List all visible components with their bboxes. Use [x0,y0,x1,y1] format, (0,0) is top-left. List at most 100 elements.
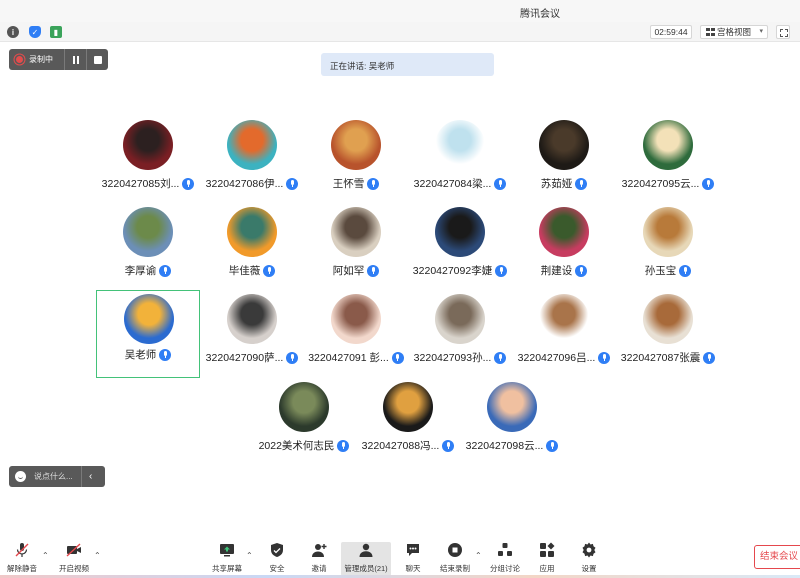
collapse-chevron-icon[interactable]: ‹ [82,471,100,482]
avatar [383,382,433,432]
avatar [435,120,485,170]
avatar [643,207,693,257]
invite-button[interactable]: 邀请 [299,542,339,576]
participant-name-row: 3220427087张震 [596,350,740,365]
participant-name-row: 3220427098云... [440,438,584,453]
participant-tile[interactable]: 3220427085刘... [96,118,200,204]
avatar [435,207,485,257]
apps-icon [540,542,555,557]
recording-controls: 录制中 [9,49,108,70]
signal-icon[interactable]: ▮ [50,26,62,38]
participant-tile[interactable]: 苏茹娅 [512,118,616,204]
avatar [435,294,485,344]
participant-tile[interactable]: 荆建设 [512,205,616,291]
participant-tile[interactable]: 毕佳薇 [200,205,304,291]
participant-tile[interactable]: 3220427090萨... [200,292,304,378]
avatar [227,120,277,170]
manage-members-button[interactable]: 管理成员(21) [341,542,391,576]
participant-tile[interactable]: 2022美术何志民 [252,380,356,466]
grid-view-dropdown[interactable]: 宫格视图 ▾ [700,25,768,39]
participant-tile[interactable]: 3220427091 彭... [304,292,408,378]
participant-name: 3220427088冯... [361,440,440,452]
apps-button[interactable]: 应用 [527,542,567,576]
chat-icon [407,544,419,556]
shield-icon[interactable]: ✓ [29,26,41,38]
participant-name: 3220427092李婕 [412,265,493,277]
breakout-rooms-button[interactable]: 分组讨论 [485,542,525,576]
fullscreen-button[interactable] [776,25,790,39]
muted-mic-icon [15,543,29,557]
participant-tile[interactable]: 李厚谕 [96,205,200,291]
chat-input-bar[interactable]: 说点什么... ‹ [9,466,105,487]
mic-icon [575,177,588,190]
participant-tile[interactable]: 孙玉宝 [616,205,720,291]
avatar [331,294,381,344]
apps-label: 应用 [539,564,555,573]
emoji-icon[interactable] [15,471,26,482]
grid-icon [706,28,715,36]
end-recording-button[interactable]: 结束录制 [435,542,475,576]
avatar [331,120,381,170]
participant-tile[interactable]: 3220427095云... [616,118,720,204]
avatar [643,294,693,344]
security-button[interactable]: 安全 [257,542,297,576]
top-bar: i ✓ ▮ 02:59:44 宫格视图 ▾ [0,22,800,42]
participant-tile[interactable]: 阿如罕 [304,205,408,291]
mic-icon [546,439,559,452]
participant-tile[interactable]: 3220427092李婕 [408,205,512,291]
participant-tile[interactable]: 3220427093孙... [408,292,512,378]
participant-name: 李厚谕 [124,265,157,277]
unmute-button[interactable]: 解除静音 [2,542,42,576]
avatar [539,294,589,344]
avatar [279,382,329,432]
info-icon[interactable]: i [7,26,19,38]
chat-placeholder[interactable]: 说点什么... [34,471,73,482]
record-options-chevron-icon[interactable]: ⌃ [475,551,482,560]
start-video-label: 开启视频 [59,564,89,573]
share-screen-button[interactable]: 共享屏幕 [207,542,247,576]
mic-options-chevron-icon[interactable]: ⌃ [42,551,49,560]
participant-name: 阿如罕 [332,265,365,277]
start-video-button[interactable]: 开启视频 [54,542,94,576]
stop-record-icon [448,543,462,557]
pause-recording-button[interactable] [65,49,86,70]
recording-label: 录制中 [29,55,53,64]
participant-name: 3220427096吕... [517,352,596,364]
avatar [123,120,173,170]
participant-tile[interactable]: 3220427098云... [460,380,564,466]
participant-tile[interactable]: 3220427086伊... [200,118,304,204]
participant-tile[interactable]: 3220427084梁... [408,118,512,204]
share-screen-icon [220,544,234,557]
participant-name: 3220427084梁... [413,178,492,190]
mic-icon [703,351,716,364]
settings-button[interactable]: 设置 [569,542,609,576]
mic-icon [679,264,692,277]
settings-label: 设置 [581,564,597,573]
avatar [124,294,174,344]
participant-name-row: 3220427095云... [596,176,740,191]
participant-name: 2022美术何志民 [258,440,335,452]
mic-icon [367,264,380,277]
share-screen-label: 共享屏幕 [212,564,242,573]
avatar [487,382,537,432]
share-options-chevron-icon[interactable]: ⌃ [246,551,253,560]
participant-tile[interactable]: 王怀雪 [304,118,408,204]
participant-tile[interactable]: 3220427088冯... [356,380,460,466]
participant-tile[interactable]: 3220427087张震 [616,292,720,378]
unmute-label: 解除静音 [7,564,37,573]
end-meeting-button[interactable]: 结束会议 [754,545,800,569]
end-recording-label: 结束录制 [440,564,470,573]
window-title: 腾讯会议 [520,9,560,20]
video-options-chevron-icon[interactable]: ⌃ [94,551,101,560]
participant-tile[interactable]: 3220427096吕... [512,292,616,378]
chat-label: 聊天 [405,564,421,573]
participant-name: 3220427086伊... [205,178,284,190]
mic-icon [159,348,172,361]
participant-name: 3220427098云... [465,440,544,452]
participant-name: 3220427085刘... [101,178,180,190]
chat-button[interactable]: 聊天 [393,542,433,576]
stop-recording-button[interactable] [87,49,108,70]
mic-icon [159,264,172,277]
participant-name: 毕佳薇 [228,265,261,277]
participant-name: 荆建设 [540,265,573,277]
